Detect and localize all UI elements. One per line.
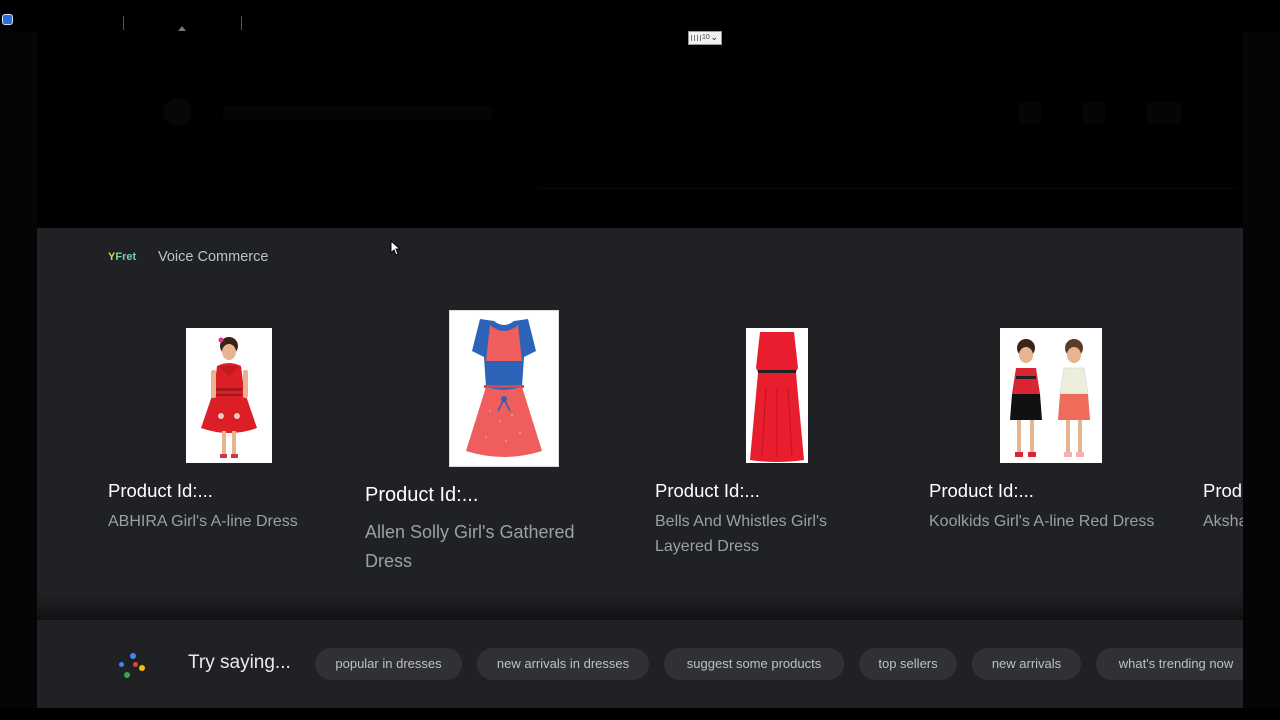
section-divider bbox=[37, 594, 1243, 620]
chevron-down-icon: ⌄ bbox=[710, 32, 718, 42]
product-image bbox=[1000, 328, 1102, 463]
mouse-cursor-icon bbox=[390, 240, 400, 256]
toolbar-separator bbox=[241, 16, 242, 30]
product-card[interactable] bbox=[746, 328, 808, 464]
suggestion-chip[interactable]: new arrivals bbox=[972, 648, 1081, 680]
faded-icon bbox=[1147, 102, 1181, 124]
product-text-clipped[interactable]: Product Id:... Aksha bbox=[1203, 480, 1243, 540]
product-name: Aksha bbox=[1203, 513, 1243, 530]
tv-stage: YFret Voice Commerce Product Id:... ABHI… bbox=[37, 32, 1243, 708]
toolbar-separator bbox=[123, 16, 124, 30]
tiny-select-dropdown[interactable]: 10 ⌄ bbox=[688, 31, 722, 45]
product-name: Bells And Whistles Girl's Layered Dress bbox=[655, 513, 827, 555]
product-image bbox=[186, 328, 272, 463]
grid-icon bbox=[691, 35, 702, 41]
logo-rest: Fret bbox=[115, 251, 137, 263]
google-assistant-icon[interactable] bbox=[118, 651, 148, 681]
product-id: Product Id:... bbox=[365, 484, 479, 506]
product-id: Product Id:... bbox=[108, 480, 213, 501]
product-card[interactable] bbox=[1000, 328, 1102, 464]
product-id: Product Id:... bbox=[1203, 480, 1243, 501]
faded-search-bar bbox=[223, 106, 493, 120]
product-text[interactable]: Product Id:... Bells And Whistles Girl's… bbox=[655, 480, 885, 560]
product-id: Product Id:... bbox=[929, 480, 1034, 501]
dimmed-background-header bbox=[37, 32, 1243, 228]
product-id: Product Id:... bbox=[655, 480, 760, 501]
product-text-focused[interactable]: Product Id:... Allen Solly Girl's Gather… bbox=[365, 484, 635, 574]
suggestion-chip[interactable]: popular in dresses bbox=[315, 648, 462, 680]
yfret-logo: YFret bbox=[108, 251, 136, 263]
product-card[interactable] bbox=[108, 327, 328, 463]
app-icon[interactable] bbox=[2, 14, 13, 25]
faded-logo bbox=[163, 98, 191, 126]
product-name: ABHIRA Girl's A-line Dress bbox=[108, 513, 298, 530]
product-name: Allen Solly Girl's Gathered Dress bbox=[365, 522, 575, 571]
caret-up-icon bbox=[178, 26, 186, 31]
suggestion-chip[interactable]: new arrivals in dresses bbox=[477, 648, 649, 680]
suggestion-chip[interactable]: top sellers bbox=[859, 648, 957, 680]
suggestion-chip[interactable]: what's trending now bbox=[1096, 648, 1243, 680]
faded-icon bbox=[1019, 102, 1041, 124]
suggestion-chip[interactable]: suggest some products bbox=[664, 648, 844, 680]
right-gutter bbox=[1243, 32, 1280, 720]
product-text[interactable]: Product Id:... Koolkids Girl's A-line Re… bbox=[929, 480, 1179, 540]
product-text[interactable]: Product Id:... ABHIRA Girl's A-line Dres… bbox=[108, 480, 358, 540]
left-gutter bbox=[0, 32, 37, 720]
bottom-strip bbox=[0, 708, 1280, 720]
assistant-suggestion-bar: Try saying... popular in dresses new arr… bbox=[37, 620, 1243, 708]
faded-divider bbox=[537, 188, 1237, 189]
product-card-focused[interactable] bbox=[449, 310, 559, 467]
select-value: 10 bbox=[702, 34, 710, 41]
product-image bbox=[746, 328, 808, 463]
window-top-bar bbox=[0, 0, 1280, 32]
product-image bbox=[449, 310, 559, 467]
product-name: Koolkids Girl's A-line Red Dress bbox=[929, 513, 1155, 530]
faded-icon bbox=[1083, 102, 1105, 124]
section-title: Voice Commerce bbox=[158, 249, 269, 265]
try-saying-label: Try saying... bbox=[188, 652, 291, 673]
